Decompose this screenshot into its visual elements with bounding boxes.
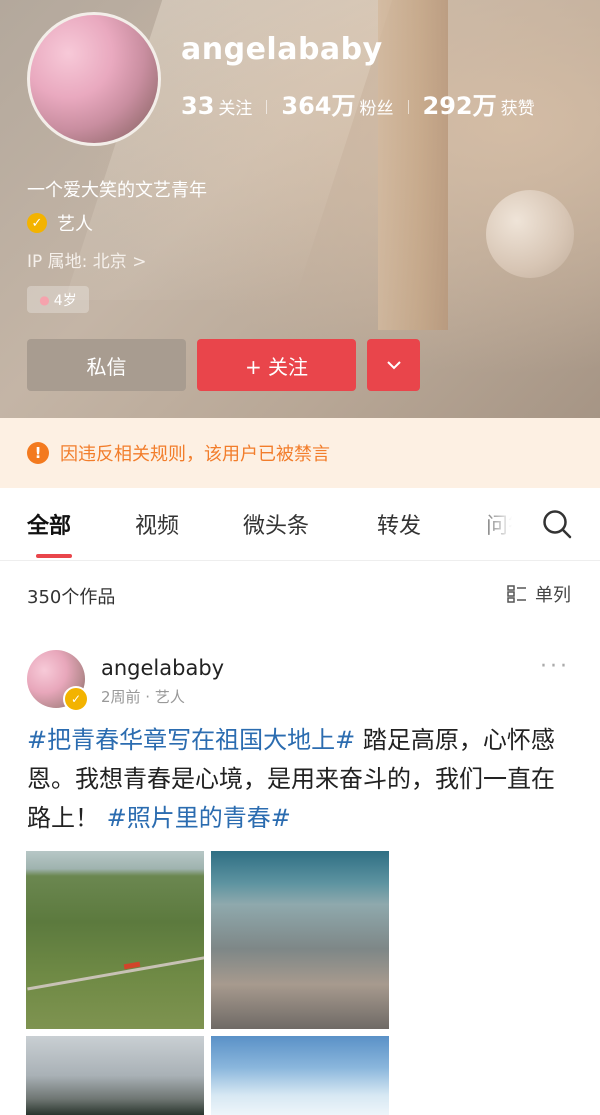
search-icon[interactable] — [540, 507, 574, 541]
post-author-name[interactable]: angelababy — [101, 656, 224, 680]
verified-badge-icon: ✓ — [63, 686, 89, 712]
mute-notice-banner: ! 因违反相关规则，该用户已被禁言 — [0, 418, 600, 488]
stat-followers-num: 364万 — [281, 92, 356, 120]
photo-road-detail — [27, 954, 204, 991]
view-mode-toggle[interactable]: 单列 — [507, 581, 571, 607]
post-meta: 2周前 · 艺人 — [101, 688, 185, 706]
profile-bio: 一个爱大笑的文艺青年 — [27, 180, 207, 201]
active-tab-indicator — [36, 554, 72, 558]
chevron-down-icon — [386, 361, 401, 370]
more-options-icon[interactable]: ··· — [540, 654, 570, 679]
hashtag-link[interactable]: #把青春华章写在祖国大地上# — [27, 726, 355, 754]
verification-row: ✓ 艺人 — [27, 210, 93, 236]
profile-header: angelababy 33 关注 364万 粉丝 292万 获赞 一个爱大笑的文艺青年… — [0, 0, 600, 418]
avatar-image — [30, 15, 158, 143]
verification-label: 艺人 — [57, 214, 93, 235]
header-sphere — [486, 190, 574, 278]
account-age-badge: ● 4岁 — [27, 286, 89, 313]
follow-button[interactable]: + 关注 — [197, 339, 356, 391]
follow-options-button[interactable] — [367, 339, 420, 391]
verified-badge-icon: ✓ — [27, 213, 47, 233]
hashtag-link[interactable]: #照片里的青春# — [107, 804, 291, 832]
stat-likes-num: 292万 — [422, 92, 497, 120]
tabs-fade-overlay — [470, 488, 530, 558]
stat-divider — [266, 100, 268, 114]
stat-following-label: 关注 — [218, 99, 253, 119]
stat-following-num: 33 — [181, 92, 215, 120]
post-photo[interactable] — [211, 851, 389, 1029]
tab-video[interactable]: 视频 — [135, 508, 179, 540]
account-age-label: 4岁 — [53, 292, 77, 309]
stat-divider — [407, 100, 409, 114]
header-pillar — [378, 0, 448, 330]
profile-avatar[interactable] — [27, 12, 161, 146]
content-tabs: 全部 视频 微头条 转发 问答 — [0, 488, 600, 561]
tab-micro-headline[interactable]: 微头条 — [243, 508, 309, 540]
post-text: #把青春华章写在祖国大地上# 踏足高原，心怀感恩。我想青春是心境，是用来奋斗的，… — [27, 721, 577, 838]
tab-repost[interactable]: 转发 — [377, 508, 421, 540]
tab-all[interactable]: 全部 — [27, 508, 71, 540]
list-view-icon — [507, 585, 526, 603]
stat-followers-label: 粉丝 — [359, 99, 394, 119]
view-mode-label: 单列 — [535, 585, 571, 606]
ip-location-link[interactable]: IP 属地: 北京 > — [27, 247, 146, 272]
post-photo[interactable] — [26, 1036, 204, 1115]
stat-likes-label: 获赞 — [500, 99, 535, 119]
stat-following[interactable]: 33 关注 — [181, 92, 252, 120]
message-button[interactable]: 私信 — [27, 339, 186, 391]
post-photo[interactable] — [26, 851, 204, 1029]
works-count: 350个作品 — [27, 587, 116, 608]
stat-likes[interactable]: 292万 获赞 — [423, 86, 535, 121]
post-photo[interactable] — [211, 1036, 389, 1115]
stat-followers[interactable]: 364万 粉丝 — [281, 86, 393, 121]
warning-icon: ! — [27, 442, 49, 464]
mute-notice-text: 因违反相关规则，该用户已被禁言 — [60, 444, 330, 465]
badge-icon: ● — [39, 292, 50, 307]
profile-stats: 33 关注 364万 粉丝 292万 获赞 — [181, 86, 535, 121]
profile-username: angelababy — [181, 32, 383, 67]
